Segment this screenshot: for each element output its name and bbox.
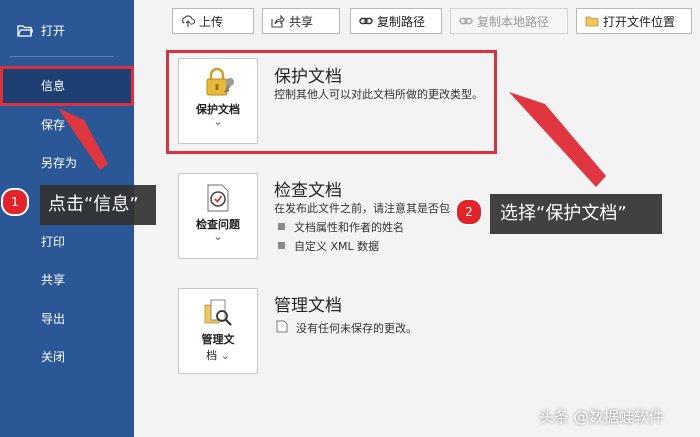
step2-badge: 2 [455, 198, 483, 226]
arrow-to-protect [509, 92, 606, 187]
watermark-text: 头条 @数据蛙软件 [539, 408, 664, 426]
arrow-to-info [58, 108, 108, 170]
step1-callout-text: 点击“信息” [48, 194, 139, 215]
step2-callout: 选择“保护文档” [490, 194, 662, 234]
step2-callout-text: 选择“保护文档” [500, 203, 627, 224]
step1-badge: 1 [1, 188, 29, 216]
step1-callout: 点击“信息” [40, 185, 156, 225]
